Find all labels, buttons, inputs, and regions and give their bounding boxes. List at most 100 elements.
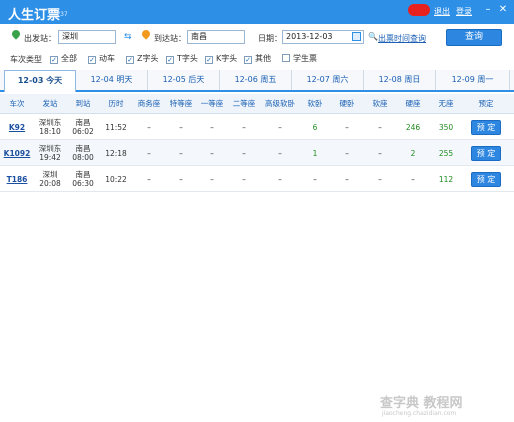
checkbox-icon[interactable]: ✓ [244, 56, 252, 64]
train-number-link[interactable]: K1092 [0, 140, 34, 166]
seat-count: 2 [410, 148, 416, 158]
seat-count: 1 [312, 148, 318, 158]
seat-count: – [210, 174, 214, 184]
column-header: 预定 [478, 99, 494, 108]
tab-date-4[interactable]: 12-07 周六 [292, 70, 364, 90]
column-header: 二等座 [232, 99, 256, 108]
logout-link[interactable]: 退出 [434, 6, 450, 17]
filter-option-z[interactable]: ✓ Z字头 [126, 53, 158, 64]
seat-count: 350 [438, 122, 454, 132]
user-avatar[interactable] [408, 4, 430, 16]
seat-count: – [147, 122, 151, 132]
seat-count: – [242, 122, 246, 132]
tab-date-5[interactable]: 12-08 周日 [364, 70, 436, 90]
to-pin-icon [140, 28, 152, 40]
column-header: 特等座 [169, 99, 193, 108]
tab-date-2[interactable]: 12-05 后天 [148, 70, 220, 90]
book-cell: 预 定 [462, 166, 510, 192]
seat-count: – [411, 174, 415, 184]
ticket-time-query-link[interactable]: 出票时间查询 [378, 33, 426, 44]
column-header: 到站 [75, 99, 91, 108]
seat-count: – [278, 148, 282, 158]
column-header: 硬卧 [339, 99, 355, 108]
to-label: 到达站： [154, 34, 186, 43]
swap-stations-icon[interactable]: ⇆ [124, 32, 132, 42]
tab-date-1[interactable]: 12-04 明天 [76, 70, 148, 90]
seat-count: – [345, 122, 349, 132]
checkbox-icon[interactable]: ✓ [50, 56, 58, 64]
calendar-icon[interactable] [352, 32, 361, 41]
column-header: 车次 [9, 99, 25, 108]
seat-count: – [278, 122, 282, 132]
column-header: 无座 [438, 99, 454, 108]
seat-count: – [179, 122, 183, 132]
arrival-station: 南昌 08:00 [72, 144, 94, 162]
filter-option-other[interactable]: ✓ 其他 [244, 53, 271, 64]
checkbox-icon[interactable]: ✓ [205, 56, 213, 64]
from-label: 出发站： [24, 34, 56, 43]
column-header: 一等座 [200, 99, 224, 108]
duration: 12:18 [105, 148, 127, 158]
tab-date-3[interactable]: 12-06 周五 [220, 70, 292, 90]
column-header: 硬座 [405, 99, 421, 108]
train-number-link[interactable]: K92 [0, 114, 34, 140]
minimize-icon[interactable]: – [482, 4, 494, 16]
seat-count: 6 [312, 122, 318, 132]
column-header: 商务座 [137, 99, 161, 108]
tab-date-0[interactable]: 12-03 今天 [4, 70, 76, 92]
book-button[interactable]: 预 定 [471, 119, 501, 135]
book-cell: 预 定 [462, 140, 510, 166]
column-header: 软卧 [307, 99, 323, 108]
search-bar: 出发站： 深圳 ⇆ 到达站： 南昌 日期： 2013-12-03 🔍 出票时间查… [0, 24, 514, 50]
seat-count: – [378, 148, 382, 158]
seat-count: – [147, 174, 151, 184]
seat-count: – [179, 148, 183, 158]
filter-option-student[interactable]: 学生票 [282, 53, 317, 64]
tab-date-6[interactable]: 12-09 周一 [436, 70, 510, 90]
title-bar: 人生订票 V37 退出 登录 – ✕ [0, 0, 514, 24]
duration: 10:22 [105, 174, 127, 184]
seat-count: – [345, 148, 349, 158]
to-station-input[interactable]: 南昌 [187, 30, 245, 44]
table-row: K1092 深圳东 19:42 南昌 08:00 12:18 – – – – – 1… [0, 140, 514, 166]
column-header: 历时 [108, 99, 124, 108]
checkbox-icon[interactable]: ✓ [126, 56, 134, 64]
filter-label: 车次类型 [10, 55, 42, 64]
date-label: 日期： [258, 34, 282, 43]
seat-count: 112 [438, 174, 454, 184]
book-button[interactable]: 预 定 [471, 171, 501, 187]
watermark-url: jiaocheng.chazidian.com [382, 410, 457, 417]
arrival-station: 南昌 06:30 [72, 170, 94, 188]
departure-station: 深圳 20:08 [39, 170, 61, 188]
filter-option-t[interactable]: ✓ T字头 [166, 53, 198, 64]
watermark: 查字典 教程网 [380, 396, 463, 411]
table-row: T186 深圳 20:08 南昌 06:30 10:22 – – – – – – –… [0, 166, 514, 192]
from-station-input[interactable]: 深圳 [58, 30, 116, 44]
departure-station: 深圳东 18:10 [38, 118, 62, 136]
seat-count: – [378, 174, 382, 184]
filter-option-k[interactable]: ✓ K字头 [205, 53, 237, 64]
table-header: 车次 发站 到站 历时 商务座 特等座 一等座 二等座 高级软卧 软卧 硬卧 软… [0, 94, 514, 114]
filter-option-emu[interactable]: ✓ 动车 [88, 53, 115, 64]
table-row: K92 深圳东 18:10 南昌 06:02 11:52 – – – – – 6 –… [0, 114, 514, 140]
query-button[interactable]: 查询 [446, 29, 502, 46]
login-link[interactable]: 登录 [456, 6, 472, 17]
from-pin-icon [10, 28, 22, 40]
arrival-station: 南昌 06:02 [72, 118, 94, 136]
checkbox-icon[interactable]: ✓ [166, 56, 174, 64]
date-tabs: 12-03 今天 12-04 明天 12-05 后天 12-06 周五 12-0… [0, 70, 514, 92]
book-button[interactable]: 预 定 [471, 145, 501, 161]
seat-count: – [242, 174, 246, 184]
seat-count: – [242, 148, 246, 158]
checkbox-icon[interactable] [282, 54, 290, 62]
column-header: 软座 [372, 99, 388, 108]
seat-count: – [179, 174, 183, 184]
train-type-filter: 车次类型 ✓ 全部 ✓ 动车 ✓ Z字头 ✓ T字头 ✓ K字头 ✓ 其他 学生票 [0, 52, 514, 66]
filter-option-all[interactable]: ✓ 全部 [50, 53, 77, 64]
checkbox-icon[interactable]: ✓ [88, 56, 96, 64]
close-icon[interactable]: ✕ [497, 4, 509, 16]
app-version: V37 [56, 11, 68, 18]
train-number-link[interactable]: T186 [0, 166, 34, 192]
book-cell: 预 定 [462, 114, 510, 140]
departure-station: 深圳东 19:42 [38, 144, 62, 162]
